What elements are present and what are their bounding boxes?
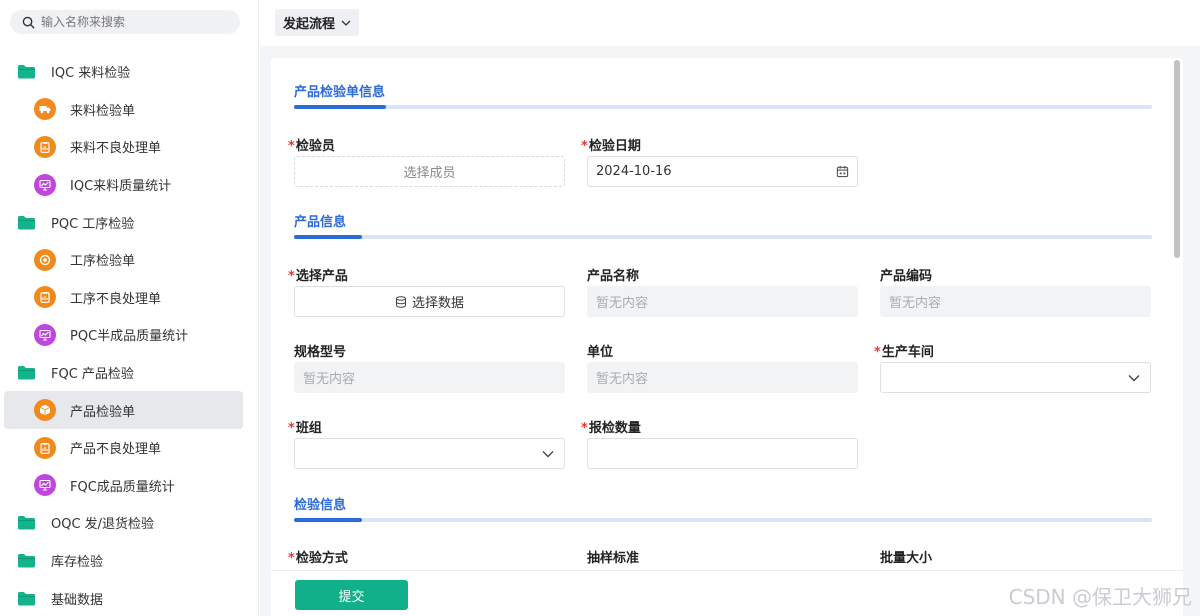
folder-icon [17,215,36,230]
chart-icon [34,323,56,346]
section-divider [294,105,1152,109]
sampling-label: 抽样标准 [587,551,640,566]
form-card: 产品检验单信息 *检验员 选择成员 *检验日期 2024-10-16 产品信息 … [271,58,1183,616]
inspect-date-field[interactable]: 2024-10-16 [587,156,858,187]
sidebar-item-7[interactable]: PQC半成品质量统计 [0,316,259,354]
calendar-icon[interactable] [836,165,849,178]
chevron-down-icon [1128,374,1140,381]
scrollbar-thumb[interactable] [1174,60,1180,258]
start-flow-label: 发起流程 [282,17,335,32]
select-data-button[interactable]: 选择数据 [294,286,565,317]
sidebar-item-11[interactable]: FQC成品质量统计 [0,467,259,505]
search-icon [22,16,35,29]
sidebar-item-label: FQC 产品检验 [51,367,134,383]
sidebar-nav: IQC 来料检验来料检验单来料不良处理单 IQC来料质量统计 PQC 工序检验工序检… [0,53,259,616]
sidebar-item-label: 工序不良处理单 [70,291,162,307]
chevron-down-icon [542,450,554,457]
section-title-order-info: 产品检验单信息 [294,85,386,100]
sidebar-group-0[interactable]: IQC 来料检验 [0,53,259,91]
workshop-select[interactable] [880,362,1151,393]
section-divider [294,518,1152,522]
chart-icon [34,474,56,497]
sidebar-item-label: 产品检验单 [70,404,136,420]
start-flow-dropdown[interactable]: 发起流程 [275,9,359,36]
sidebar-group-13[interactable]: 库存检验 [0,542,259,580]
sidebar-group-4[interactable]: PQC 工序检验 [0,203,259,241]
target-icon [34,248,56,271]
folder-icon [17,365,36,380]
database-icon [395,295,406,308]
sidebar-item-3[interactable]: IQC来料质量统计 [0,166,259,204]
sidebar-item-label: IQC 来料检验 [51,66,131,82]
sidebar-group-8[interactable]: FQC 产品检验 [0,354,259,392]
team-select[interactable] [294,438,565,469]
workshop-label: *生产车间 [874,345,934,360]
sidebar-item-5[interactable]: 工序检验单 [0,241,259,279]
clipboard-icon [34,286,56,309]
sidebar-group-12[interactable]: OQC 发/退货检验 [0,504,259,542]
sidebar-item-2[interactable]: 来料不良处理单 [0,128,259,166]
clipboard-icon [34,135,56,158]
spec-model-label: 规格型号 [294,345,347,360]
clipboard-icon [34,436,56,459]
qty-input[interactable] [587,438,858,469]
method-label: *检验方式 [288,551,348,566]
inspector-select[interactable]: 选择成员 [294,156,565,187]
sidebar-item-label: PQC半成品质量统计 [70,329,189,345]
sidebar-item-label: FQC成品质量统计 [70,479,175,495]
unit-field: 暂无内容 [587,362,858,393]
sidebar-item-label: 库存检验 [51,555,104,571]
sidebar-item-10[interactable]: 产品不良处理单 [0,429,259,467]
box-icon [34,399,56,422]
product-code-field: 暂无内容 [880,286,1151,317]
section-title-product-info: 产品信息 [294,215,347,230]
folder-icon [17,515,36,530]
sidebar-item-9[interactable]: 产品检验单 [0,391,259,429]
watermark: CSDN @保卫大狮兄 [1008,585,1192,609]
sidebar-item-label: OQC 发/退货检验 [51,517,155,533]
section-divider [294,235,1152,239]
inspector-label: *检验员 [288,139,335,154]
top-bar: 发起流程 [260,0,1200,46]
product-name-label: 产品名称 [587,269,640,284]
product-name-field: 暂无内容 [587,286,858,317]
sidebar-item-1[interactable]: 来料检验单 [0,91,259,129]
team-label: *班组 [288,421,322,436]
sidebar-item-label: IQC来料质量统计 [70,179,172,195]
sidebar-item-label: 工序检验单 [70,254,136,270]
truck-icon [34,98,56,121]
section-title-inspection-info: 检验信息 [294,498,347,513]
chevron-down-icon [341,20,351,26]
chart-icon [34,173,56,196]
submit-button[interactable]: 提交 [295,580,408,610]
search-box[interactable] [10,10,240,34]
spec-model-field: 暂无内容 [294,362,565,393]
product-code-label: 产品编码 [880,269,933,284]
sidebar-item-label: 来料不良处理单 [70,141,162,157]
folder-icon [17,591,36,606]
sidebar-item-label: 产品不良处理单 [70,442,162,458]
sidebar-group-14[interactable]: 基础数据 [0,579,259,616]
select-product-label: *选择产品 [288,269,348,284]
sidebar: IQC 来料检验来料检验单来料不良处理单 IQC来料质量统计 PQC 工序检验工序检… [0,0,259,616]
sidebar-item-label: 来料检验单 [70,103,136,119]
scrollbar[interactable] [1171,58,1183,570]
sidebar-item-label: PQC 工序检验 [51,216,135,232]
unit-label: 单位 [587,345,614,360]
search-input[interactable] [41,15,231,29]
folder-icon [17,553,36,568]
folder-icon [17,64,36,79]
batch-label: 批量大小 [880,551,933,566]
inspect-date-label: *检验日期 [581,139,641,154]
sidebar-item-label: 基础数据 [51,592,104,608]
qty-label: *报检数量 [581,421,641,436]
sidebar-item-6[interactable]: 工序不良处理单 [0,279,259,317]
